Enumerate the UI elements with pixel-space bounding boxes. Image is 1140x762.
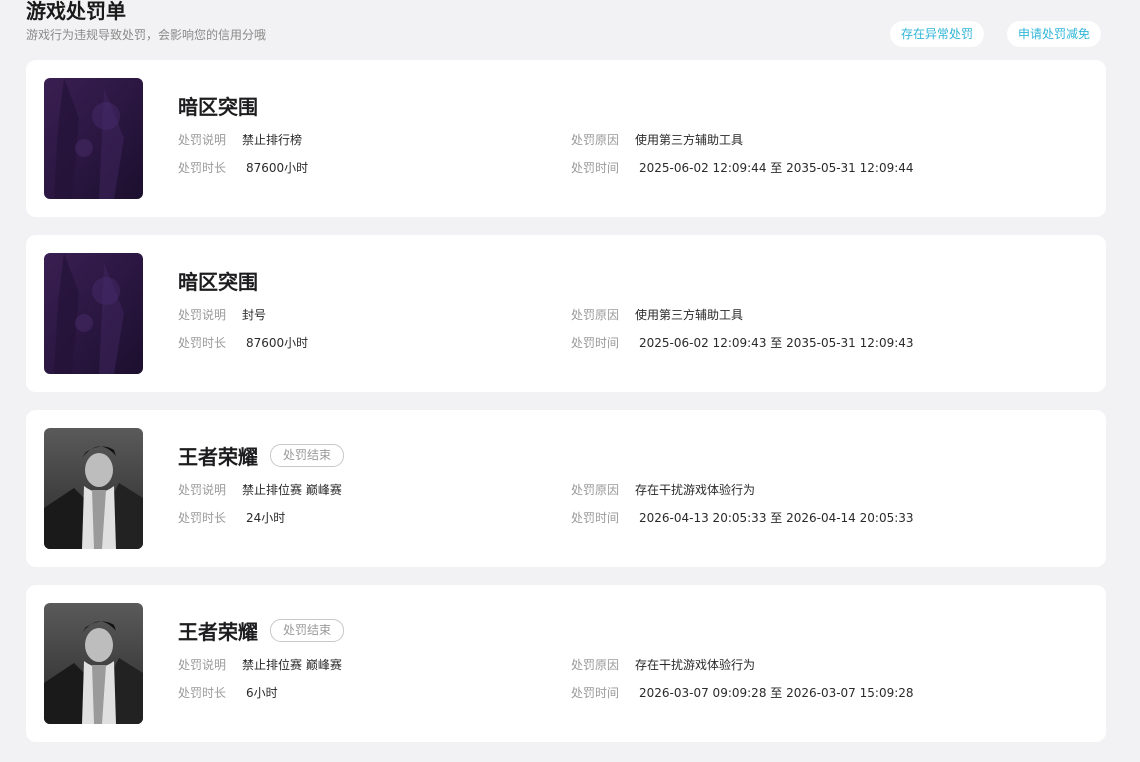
penalty-time: 处罚时间 2025-06-02 12:09:43 至 2035-05-31 12:… <box>571 334 914 352</box>
penalty-list: 暗区突围 处罚说明 禁止排行榜 处罚时长 87600小时 处罚原因 使用第三方辅助工具… <box>26 60 1106 760</box>
penalty-time-label: 处罚时间 <box>571 336 620 350</box>
game-cover-dark-zone-icon <box>44 78 143 199</box>
game-title-row: 暗区突围 <box>178 91 258 119</box>
penalty-desc-value: 禁止排位赛 巅峰赛 <box>242 658 342 672</box>
game-title-row: 王者荣耀 处罚结束 <box>178 441 345 469</box>
penalty-reason-label: 处罚原因 <box>571 483 620 497</box>
penalty-desc: 处罚说明 禁止排位赛 巅峰赛 <box>178 656 342 674</box>
game-name: 王者荣耀 <box>178 619 258 644</box>
game-cover-hero-grayscale-icon <box>44 603 143 724</box>
game-cover-hero-grayscale-icon <box>44 428 143 549</box>
penalty-reason: 处罚原因 存在干扰游戏体验行为 <box>571 656 755 674</box>
penalty-duration-label: 处罚时长 <box>178 336 227 350</box>
penalty-reason-label: 处罚原因 <box>571 308 620 322</box>
penalty-time: 处罚时间 2026-03-07 09:09:28 至 2026-03-07 15:… <box>571 684 914 702</box>
penalty-desc: 处罚说明 封号 <box>178 306 266 324</box>
penalty-card: 王者荣耀 处罚结束 处罚说明 禁止排位赛 巅峰赛 处罚时长 6小时 处罚原因 存在干扰… <box>26 585 1106 742</box>
penalty-duration: 处罚时长 87600小时 <box>178 334 308 352</box>
penalty-desc-label: 处罚说明 <box>178 658 227 672</box>
penalty-time-label: 处罚时间 <box>571 511 620 525</box>
page-subtitle: 游戏行为违规导致处罚，会影响您的信用分哦 <box>26 28 267 42</box>
penalty-desc-value: 封号 <box>242 308 267 322</box>
penalty-time-value: 2025-06-02 12:09:44 至 2035-05-31 12:09:4… <box>639 161 914 175</box>
penalty-duration: 处罚时长 87600小时 <box>178 159 308 177</box>
penalty-reason-value: 存在干扰游戏体验行为 <box>635 483 756 497</box>
penalty-reason-label: 处罚原因 <box>571 133 620 147</box>
penalty-duration-value: 24小时 <box>246 511 286 525</box>
penalty-time: 处罚时间 2026-04-13 20:05:33 至 2026-04-14 20:… <box>571 509 914 527</box>
penalty-reason-value: 使用第三方辅助工具 <box>635 308 744 322</box>
penalty-duration: 处罚时长 6小时 <box>178 684 278 702</box>
game-name: 暗区突围 <box>178 94 258 119</box>
penalty-desc-label: 处罚说明 <box>178 483 227 497</box>
penalty-reason: 处罚原因 使用第三方辅助工具 <box>571 306 743 324</box>
penalty-desc: 处罚说明 禁止排行榜 <box>178 131 302 149</box>
penalty-card: 暗区突围 处罚说明 禁止排行榜 处罚时长 87600小时 处罚原因 使用第三方辅助工具… <box>26 60 1106 217</box>
penalty-time: 处罚时间 2025-06-02 12:09:44 至 2035-05-31 12:… <box>571 159 914 177</box>
penalty-reason-value: 使用第三方辅助工具 <box>635 133 744 147</box>
penalty-duration: 处罚时长 24小时 <box>178 509 285 527</box>
penalty-time-label: 处罚时间 <box>571 686 620 700</box>
game-title-row: 王者荣耀 处罚结束 <box>178 616 345 644</box>
penalty-desc: 处罚说明 禁止排位赛 巅峰赛 <box>178 481 342 499</box>
penalty-reason: 处罚原因 使用第三方辅助工具 <box>571 131 743 149</box>
penalty-duration-label: 处罚时长 <box>178 161 227 175</box>
penalty-duration-value: 87600小时 <box>246 161 309 175</box>
penalty-desc-label: 处罚说明 <box>178 133 227 147</box>
penalty-desc-label: 处罚说明 <box>178 308 227 322</box>
penalty-time-value: 2026-03-07 09:09:28 至 2026-03-07 15:09:2… <box>639 686 914 700</box>
penalty-time-label: 处罚时间 <box>571 161 620 175</box>
penalty-duration-label: 处罚时长 <box>178 686 227 700</box>
penalty-time-value: 2025-06-02 12:09:43 至 2035-05-31 12:09:4… <box>639 336 914 350</box>
penalty-duration-value: 6小时 <box>246 686 278 700</box>
game-name: 王者荣耀 <box>178 444 258 469</box>
penalty-card: 王者荣耀 处罚结束 处罚说明 禁止排位赛 巅峰赛 处罚时长 24小时 处罚原因 存在干… <box>26 410 1106 567</box>
penalty-reason: 处罚原因 存在干扰游戏体验行为 <box>571 481 755 499</box>
penalty-desc-value: 禁止排位赛 巅峰赛 <box>242 483 342 497</box>
status-badge: 处罚结束 <box>270 618 345 642</box>
game-name: 暗区突围 <box>178 269 258 294</box>
penalty-desc-value: 禁止排行榜 <box>242 133 303 147</box>
penalty-card: 暗区突围 处罚说明 封号 处罚时长 87600小时 处罚原因 使用第三方辅助工具 处罚… <box>26 235 1106 392</box>
game-cover-dark-zone-icon <box>44 253 143 374</box>
game-title-row: 暗区突围 <box>178 266 258 294</box>
penalty-duration-label: 处罚时长 <box>178 511 227 525</box>
apply-penalty-reduction-button[interactable]: 申请处罚减免 <box>1007 21 1102 47</box>
penalty-time-value: 2026-04-13 20:05:33 至 2026-04-14 20:05:3… <box>639 511 914 525</box>
page-header: 游戏处罚单 游戏行为违规导致处罚，会影响您的信用分哦 存在异常处罚 申请处罚减免 <box>26 0 1106 50</box>
penalty-reason-label: 处罚原因 <box>571 658 620 672</box>
penalty-duration-value: 87600小时 <box>246 336 309 350</box>
page-title: 游戏处罚单 <box>26 0 126 23</box>
report-abnormal-penalty-button[interactable]: 存在异常处罚 <box>890 21 985 47</box>
status-badge: 处罚结束 <box>270 443 345 467</box>
penalty-reason-value: 存在干扰游戏体验行为 <box>635 658 756 672</box>
